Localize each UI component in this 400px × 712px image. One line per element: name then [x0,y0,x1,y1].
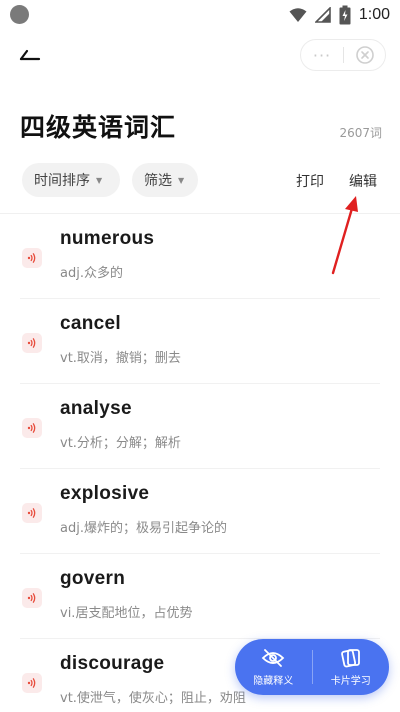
close-circle-icon [355,46,374,64]
word-meaning: adj.爆炸的；极易引起争论的 [60,521,227,536]
back-arrow-icon [19,49,41,61]
sort-dropdown[interactable]: 时间排序 ▼ [22,163,120,197]
filter-dropdown[interactable]: 筛选 ▼ [132,163,198,197]
notification-dot-icon [10,5,29,24]
print-button[interactable]: 打印 [296,171,324,191]
battery-icon [339,5,351,25]
close-button[interactable] [344,40,385,70]
hide-meaning-label: 隐藏释义 [253,675,294,687]
caret-down-icon: ▼ [178,175,185,185]
status-bar: 1:00 [0,0,400,30]
status-icons: 1:00 [289,4,390,26]
capsule-menu: ··· [300,39,386,71]
word-text: numerous [60,228,155,249]
word-count: 2607词 [339,126,382,140]
word-meaning: vi.居支配地位，占优势 [60,606,193,621]
floating-action-bar: 隐藏释义 卡片学习 [235,639,389,695]
word-text: discourage [60,653,165,674]
wifi-icon [289,8,307,22]
word-row[interactable]: explosive adj.爆炸的；极易引起争论的 [0,469,400,554]
cards-icon [340,648,360,667]
eye-off-icon [261,648,285,667]
back-button[interactable] [12,36,48,72]
sort-label: 时间排序 [34,173,90,189]
caret-down-icon: ▼ [96,175,103,185]
speaker-button[interactable] [22,503,42,523]
word-list: numerous adj.众多的 cancel vt.取消，撤销；删去 anal… [0,214,400,712]
word-row[interactable]: analyse vt.分析；分解；解析 [0,384,400,469]
word-meaning: vt.分析；分解；解析 [60,436,181,451]
page-title: 四级英语词汇 [20,113,177,142]
word-row[interactable]: cancel vt.取消，撤销；删去 [0,299,400,384]
toolbar: 时间排序 ▼ 筛选 ▼ 打印 编辑 [22,163,382,199]
speaker-icon [27,253,36,263]
speaker-icon [27,423,36,433]
word-text: cancel [60,313,121,334]
word-meaning: vt.取消，撤销；删去 [60,351,181,366]
speaker-icon [27,593,36,603]
speaker-icon [27,508,36,518]
word-text: explosive [60,483,150,504]
hide-meaning-button[interactable]: 隐藏释义 [235,639,312,695]
card-study-button[interactable]: 卡片学习 [313,639,390,695]
word-meaning: adj.众多的 [60,266,123,281]
speaker-button[interactable] [22,418,42,438]
speaker-button[interactable] [22,673,42,693]
more-button[interactable]: ··· [301,40,343,70]
signal-icon [314,7,331,23]
filter-label: 筛选 [144,173,172,189]
speaker-icon [27,678,36,688]
speaker-button[interactable] [22,248,42,268]
card-study-label: 卡片学习 [330,675,371,687]
word-row[interactable]: govern vi.居支配地位，占优势 [0,554,400,639]
word-row[interactable]: numerous adj.众多的 [0,214,400,299]
speaker-button[interactable] [22,333,42,353]
status-time: 1:00 [358,6,390,23]
speaker-button[interactable] [22,588,42,608]
word-text: analyse [60,398,132,419]
speaker-icon [27,338,36,348]
edit-button[interactable]: 编辑 [349,171,377,191]
word-text: govern [60,568,126,589]
word-meaning: vt.使泄气，使灰心；阻止，劝阻 [60,691,246,706]
